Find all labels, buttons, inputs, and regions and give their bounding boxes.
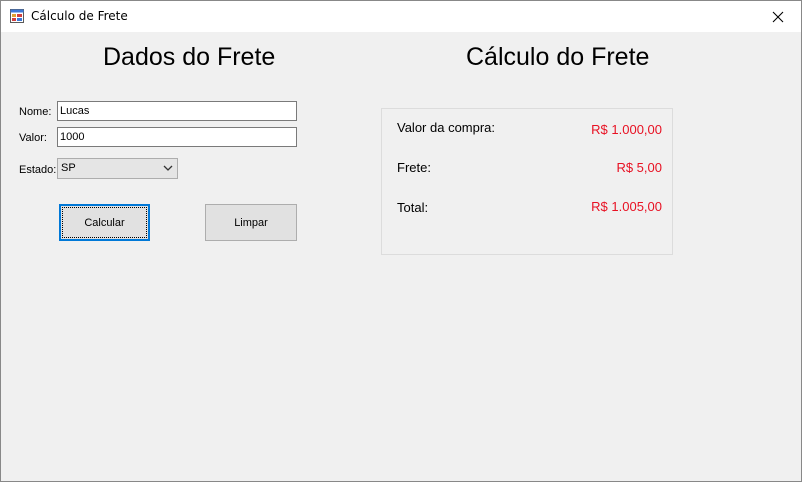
total-value: R$ 1.005,00 [591,199,662,214]
valor-compra-label: Valor da compra: [397,120,496,135]
estado-select[interactable]: SP [57,158,178,179]
nome-label: Nome: [19,106,52,118]
chevron-down-icon [163,165,173,171]
app-window-icon [10,9,24,23]
valor-label: Valor: [19,132,47,144]
close-icon [772,11,784,22]
app-window: Cálculo de Frete Dados do Frete Nome: Va… [0,0,802,482]
nome-input[interactable] [57,101,297,121]
frete-value: R$ 5,00 [616,160,662,175]
calcular-button[interactable]: Calcular [59,204,150,241]
frete-label: Frete: [397,160,431,175]
valor-compra-value: R$ 1.000,00 [591,122,662,137]
calculo-heading: Cálculo do Frete [466,43,650,71]
valor-input[interactable] [57,127,297,147]
title-bar[interactable]: Cálculo de Frete [1,1,801,32]
total-label: Total: [397,200,429,215]
limpar-button-label: Limpar [234,216,268,229]
close-button[interactable] [755,1,801,32]
focus-ring [62,207,147,238]
dados-heading: Dados do Frete [103,43,276,71]
result-panel: Valor da compra: R$ 1.000,00 Frete: R$ 5… [381,108,673,255]
window-title: Cálculo de Frete [31,9,128,23]
limpar-button[interactable]: Limpar [205,204,297,241]
estado-selected-value: SP [61,162,76,174]
estado-label: Estado: [19,164,57,176]
